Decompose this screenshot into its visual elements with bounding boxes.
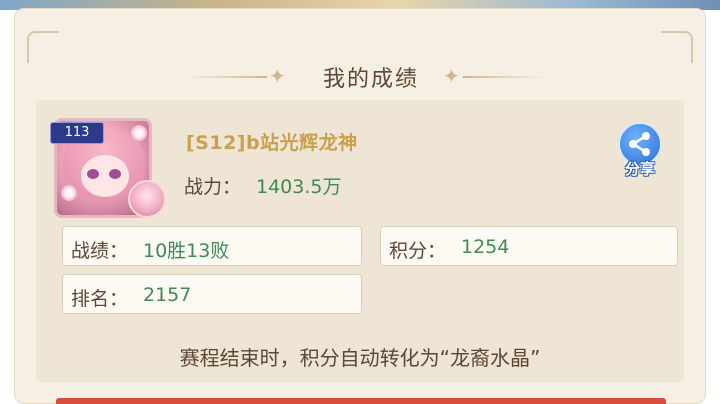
pet-avatar bbox=[128, 180, 166, 218]
share-button[interactable]: 分享 bbox=[612, 120, 668, 184]
level-badge: 113 bbox=[50, 122, 104, 144]
sparkle-ornament-icon: ✦ bbox=[269, 64, 286, 88]
avatar-eye bbox=[87, 169, 99, 179]
flower-icon bbox=[131, 125, 147, 141]
panel-title: 我的成绩 bbox=[322, 67, 419, 92]
bottom-button-edge bbox=[56, 398, 666, 404]
power-value: 1403.5万 bbox=[256, 176, 342, 198]
corner-ornament-right bbox=[661, 31, 693, 63]
panel-title-row: ✦ 我的成绩 ✦ bbox=[15, 61, 707, 93]
rank-value: 2157 bbox=[143, 284, 192, 306]
points-value: 1254 bbox=[461, 236, 510, 258]
rank-box: 排名： 2157 bbox=[62, 274, 362, 314]
rank-label: 排名： bbox=[71, 288, 129, 310]
avatar-eye bbox=[109, 169, 121, 179]
player-name: [S12]b站光辉龙神 bbox=[186, 132, 358, 154]
share-label: 分享 bbox=[624, 160, 655, 178]
points-label: 积分： bbox=[389, 240, 447, 262]
title-divider-right bbox=[463, 76, 545, 78]
record-box: 战绩： 10胜13败 bbox=[62, 226, 362, 266]
record-value: 10胜13败 bbox=[143, 240, 230, 262]
points-box: 积分： 1254 bbox=[380, 226, 678, 266]
flower-icon bbox=[61, 185, 77, 201]
record-label: 战绩： bbox=[71, 240, 129, 262]
corner-ornament-left bbox=[27, 31, 59, 63]
conversion-note: 赛程结束时，积分自动转化为“龙裔水晶” bbox=[179, 346, 541, 370]
power-label: 战力： bbox=[184, 176, 242, 198]
title-divider-left bbox=[185, 76, 267, 78]
sparkle-ornament-icon: ✦ bbox=[443, 64, 460, 88]
